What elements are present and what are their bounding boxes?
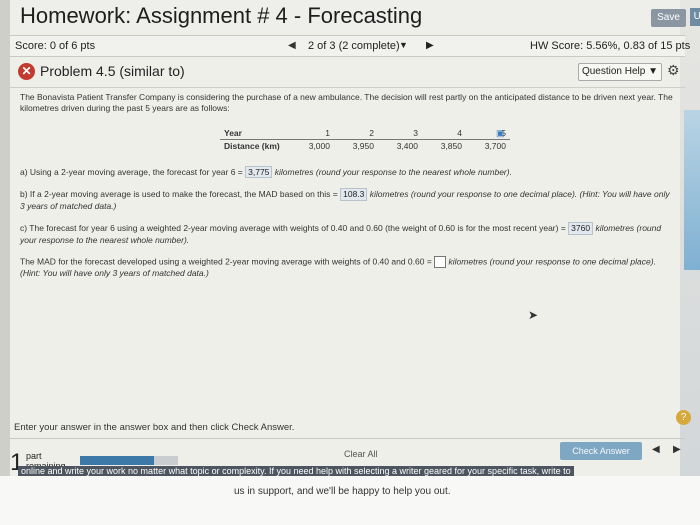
question-a-text: a) Using a 2-year moving average, the fo… (20, 167, 246, 177)
table-cell: 3,850 (440, 141, 462, 151)
question-c-text: c) The forecast for year 6 using a weigh… (20, 223, 569, 233)
screen: Homework: Assignment # 4 - Forecasting S… (0, 0, 700, 525)
table-row-label: Year (220, 127, 290, 140)
table-cell: 1 (290, 127, 334, 140)
up-button[interactable]: Up (690, 8, 700, 26)
side-panel-thumbnail (684, 110, 700, 270)
problem-title: Problem 4.5 (similar to) (40, 63, 185, 79)
table-cell: 3,950 (352, 141, 374, 151)
previous-arrow-icon[interactable]: ◀ (652, 444, 660, 455)
question-help-label: Question Help (581, 66, 646, 77)
hw-score-text: HW Score: 5.56%, 0.83 of 15 pts (530, 40, 691, 52)
progress-fill (80, 456, 154, 465)
instruction-text: Enter your answer in the answer box and … (14, 422, 295, 433)
part-label-1: part (26, 451, 42, 461)
gear-icon[interactable]: ⚙ (667, 62, 680, 79)
overlay-text-2: us in support, and we'll be happy to hel… (234, 486, 451, 497)
table-copy-icon[interactable]: ▣ (496, 128, 505, 139)
divider (10, 87, 685, 88)
table-cell: 3,000 (308, 141, 330, 151)
clear-all-button[interactable]: Clear All (344, 449, 378, 459)
problem-intro: The Bonavista Patient Transfer Company i… (20, 92, 673, 113)
score-bar: Score: 0 of 6 pts ◀ 2 of 3 (2 complete) … (10, 35, 690, 57)
answer-c-field[interactable]: 3760 (568, 222, 594, 235)
answer-d-field[interactable] (434, 256, 447, 268)
problem-header: ✕ Problem 4.5 (similar to) Question Help… (10, 60, 685, 84)
title-bar: Homework: Assignment # 4 - Forecasting S… (10, 0, 700, 32)
progress-bar (80, 456, 178, 465)
table-row-label: Distance (km) (224, 141, 280, 151)
next-arrow-icon[interactable]: ▶ (673, 444, 681, 455)
question-help-button[interactable]: Question Help ▼ (578, 63, 662, 81)
table-cell: 3,700 (484, 141, 506, 151)
answer-b-field[interactable]: 108.3 (340, 188, 368, 201)
question-d: The MAD for the forecast developed using… (20, 256, 670, 279)
question-a-suffix: kilometres (round your response to the n… (272, 167, 512, 177)
question-d-text: The MAD for the forecast developed using… (20, 256, 435, 267)
table-cell: 4 (422, 127, 466, 140)
overlay-banner: us in support, and we'll be happy to hel… (0, 476, 700, 525)
save-button[interactable]: Save (651, 9, 686, 27)
table-cell: 3 (378, 127, 422, 140)
divider (10, 438, 685, 439)
left-window-edge (0, 0, 10, 525)
question-c: c) The forecast for year 6 using a weigh… (20, 222, 670, 246)
answer-a-field[interactable]: 3,775 (245, 166, 273, 178)
chevron-down-icon[interactable]: ▼ (399, 40, 408, 50)
table-row: Year 1 2 3 4 5 (220, 127, 510, 140)
page-title: Homework: Assignment # 4 - Forecasting (20, 3, 423, 28)
question-a: a) Using a 2-year moving average, the fo… (20, 166, 512, 178)
question-b-text: b) If a 2-year moving average is used to… (20, 189, 341, 199)
table-cell: 3,400 (396, 141, 418, 151)
data-table: Year 1 2 3 4 5 Distance (km) 3,000 3,950… (220, 127, 510, 152)
mouse-cursor-icon: ➤ (528, 308, 539, 322)
previous-question-icon[interactable]: ◀ (288, 40, 296, 51)
help-icon[interactable]: ? (676, 410, 691, 425)
incorrect-icon: ✕ (18, 63, 35, 80)
score-text: Score: 0 of 6 pts (15, 40, 96, 52)
question-b: b) If a 2-year moving average is used to… (20, 188, 670, 212)
check-answer-button[interactable]: Check Answer (560, 442, 642, 460)
question-navigator[interactable]: 2 of 3 (2 complete) (308, 40, 400, 52)
table-cell: 2 (334, 127, 378, 140)
next-question-icon[interactable]: ▶ (426, 40, 434, 51)
overlay-text-1: online and write your work no matter wha… (18, 466, 574, 476)
table-row: Distance (km) 3,000 3,950 3,400 3,850 3,… (220, 140, 510, 153)
